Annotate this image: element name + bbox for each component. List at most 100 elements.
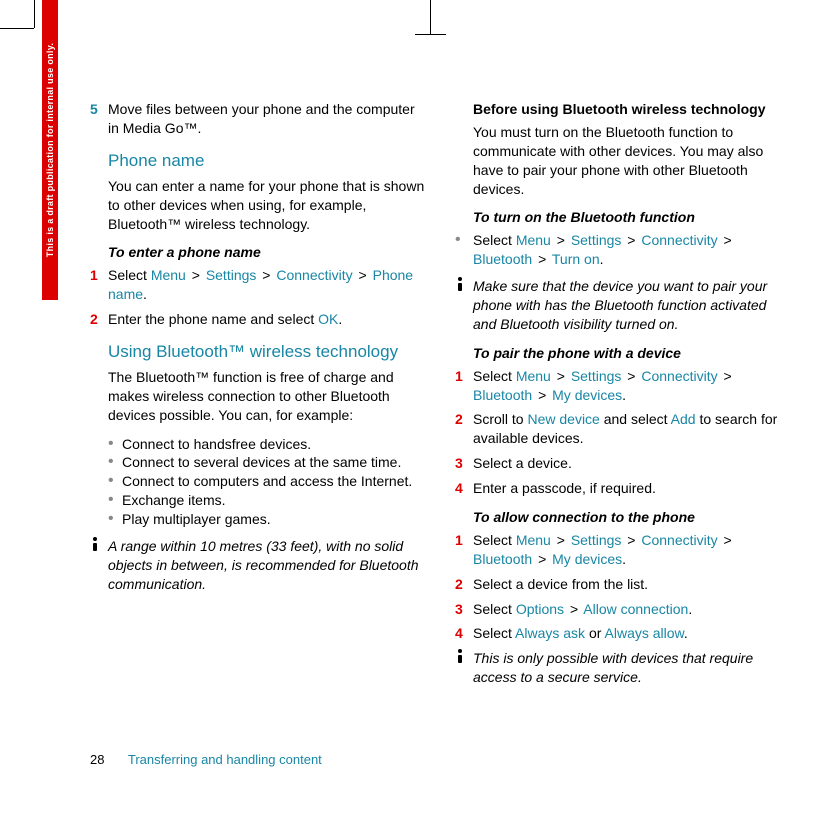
step-text: Select Menu > Settings > Connectivity > … [108,266,425,304]
subheading-turn-on: To turn on the Bluetooth function [473,208,790,227]
bullet-text: Exchange items. [122,491,425,510]
step-text: Select Options > Allow connection. [473,600,790,619]
step-number: 1 [455,531,473,569]
menu-link: Allow connection [583,601,688,617]
menu-link: Connectivity [641,532,717,548]
menu-link: Turn on [552,251,600,267]
step-number: 2 [90,310,108,329]
separator: > [536,251,548,267]
info-icon [90,537,108,594]
bullet-item: •Connect to computers and access the Int… [108,472,425,491]
separator: > [260,267,272,283]
period: . [338,311,342,327]
bullet-item: • Select Menu > Settings > Connectivity … [455,231,790,269]
menu-link: Options [516,601,564,617]
separator: > [625,532,637,548]
subheading-allow: To allow connection to the phone [473,508,790,527]
text: Enter the phone name and select [108,311,318,327]
step-item: 3 Select Options > Allow connection. [455,600,790,619]
bullet-icon: • [455,231,473,269]
step-number: 2 [455,575,473,594]
step-text: Select Menu > Settings > Connectivity > … [473,367,790,405]
crop-mark [430,0,431,34]
page-footer: 28 Transferring and handling content [90,751,322,769]
bullet-text: Connect to several devices at the same t… [122,453,425,472]
step-item: 2 Select a device from the list. [455,575,790,594]
bullet-list: •Connect to handsfree devices. •Connect … [108,435,425,529]
step-text: Scroll to New device and select Add to s… [473,410,790,448]
menu-link: Connectivity [641,368,717,384]
section-title: Transferring and handling content [128,752,322,767]
step-number: 4 [455,479,473,498]
bullet-list: • Select Menu > Settings > Connectivity … [455,231,790,269]
menu-link: Add [671,411,696,427]
menu-link: Menu [151,267,186,283]
bullet-icon: • [108,510,122,529]
bullet-text: Connect to handsfree devices. [122,435,425,454]
steps-list: 1 Select Menu > Settings > Connectivity … [90,266,425,329]
note: This is only possible with devices that … [455,649,790,687]
bullet-icon: • [108,435,122,454]
menu-link: Connectivity [641,232,717,248]
paragraph: The Bluetooth™ function is free of charg… [108,368,425,425]
separator: > [555,232,567,248]
period: . [622,387,626,403]
left-column: 5 Move files between your phone and the … [90,100,425,695]
subheading-pair: To pair the phone with a device [473,344,790,363]
bullet-item: •Connect to handsfree devices. [108,435,425,454]
text: Select [473,532,516,548]
page-content: 5 Move files between your phone and the … [90,100,790,695]
menu-link: Menu [516,532,551,548]
steps-list: 1 Select Menu > Settings > Connectivity … [455,531,790,643]
page-number: 28 [90,752,104,767]
step-number: 2 [455,410,473,448]
separator: > [722,368,734,384]
info-icon [455,277,473,334]
step-number: 3 [455,454,473,473]
step-item: 2 Enter the phone name and select OK. [90,310,425,329]
paragraph: You must turn on the Bluetooth function … [473,123,790,199]
bullet-text: Play multiplayer games. [122,510,425,529]
period: . [622,551,626,567]
info-icon [455,649,473,687]
text: Select [473,601,516,617]
step-item: 1 Select Menu > Settings > Connectivity … [90,266,425,304]
period: . [688,601,692,617]
menu-link: Bluetooth [473,387,532,403]
separator: > [357,267,369,283]
menu-link: Settings [206,267,257,283]
menu-link: Menu [516,232,551,248]
menu-link: Bluetooth [473,251,532,267]
bullet-text: Connect to computers and access the Inte… [122,472,425,491]
bullet-icon: • [108,472,122,491]
right-column: Before using Bluetooth wireless technolo… [455,100,790,695]
separator: > [722,532,734,548]
text: Select [473,232,516,248]
draft-label: This is a draft publication for internal… [42,0,58,300]
bullet-icon: • [108,453,122,472]
menu-link: Settings [571,232,622,248]
menu-link: Always ask [515,625,585,641]
menu-link: Settings [571,532,622,548]
period: . [143,286,147,302]
step-text: Select Menu > Settings > Connectivity > … [473,531,790,569]
menu-link: My devices [552,551,622,567]
steps-list: 1 Select Menu > Settings > Connectivity … [455,367,790,498]
step-text: Select Always ask or Always allow. [473,624,790,643]
heading-bluetooth: Using Bluetooth™ wireless technology [108,341,425,364]
menu-link: My devices [552,387,622,403]
step-text: Enter a passcode, if required. [473,479,790,498]
step-item: 5 Move files between your phone and the … [90,100,425,138]
bullet-item: •Connect to several devices at the same … [108,453,425,472]
period: . [684,625,688,641]
separator: > [536,551,548,567]
step-number: 4 [455,624,473,643]
note: Make sure that the device you want to pa… [455,277,790,334]
bullet-item: •Exchange items. [108,491,425,510]
text: Scroll to [473,411,527,427]
step-text: Move files between your phone and the co… [108,100,425,138]
text: and select [600,411,671,427]
step-text: Enter the phone name and select OK. [108,310,425,329]
crop-mark [415,34,446,35]
menu-link: Connectivity [276,267,352,283]
